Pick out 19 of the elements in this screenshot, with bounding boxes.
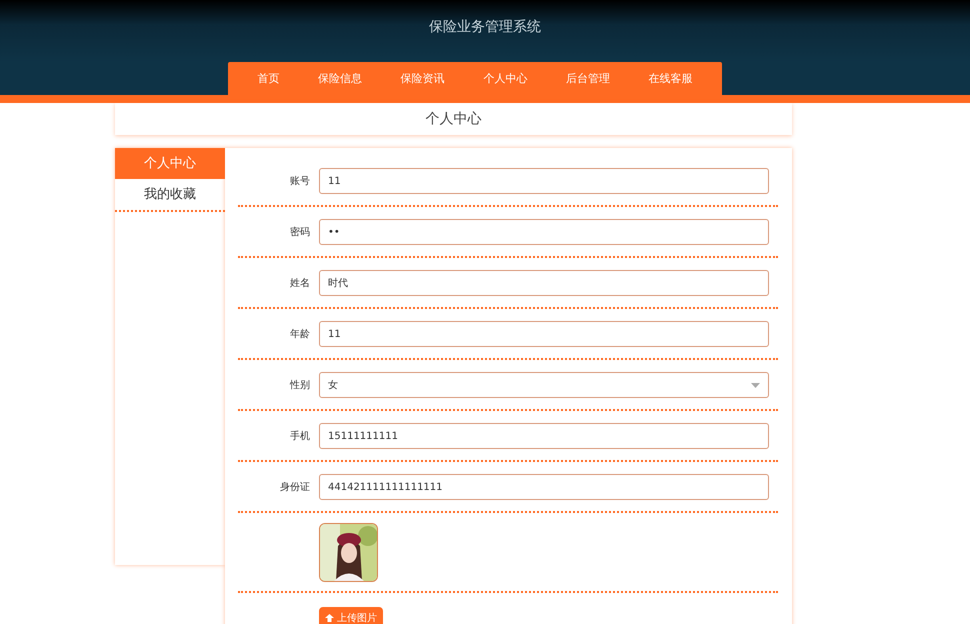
input-field[interactable]: 441421111111111111 xyxy=(319,474,769,500)
input-field[interactable]: 11 xyxy=(319,321,769,347)
input-field[interactable]: 15111111111 xyxy=(319,423,769,449)
caret-icon xyxy=(751,382,760,388)
input-field[interactable]: 11 xyxy=(319,168,769,194)
sidebar-item[interactable]: 我的收藏 xyxy=(115,179,225,212)
input-field[interactable]: 时代 xyxy=(319,270,769,296)
select-field[interactable]: 女 xyxy=(319,372,769,398)
field-label: 账号 xyxy=(289,174,310,188)
field-label: 姓名 xyxy=(289,277,310,290)
field-label: 年龄 xyxy=(289,328,310,341)
input-field[interactable]: •• xyxy=(319,219,769,245)
site-title: 保险业务管理系统 xyxy=(429,18,541,36)
upload-icon xyxy=(325,614,334,622)
field-label: 性别 xyxy=(288,378,310,392)
page-title: 个人中心 xyxy=(115,103,792,135)
field-label: 密码 xyxy=(289,226,310,239)
field-label: 手机 xyxy=(289,430,310,443)
field-label: 身份证 xyxy=(279,481,310,494)
